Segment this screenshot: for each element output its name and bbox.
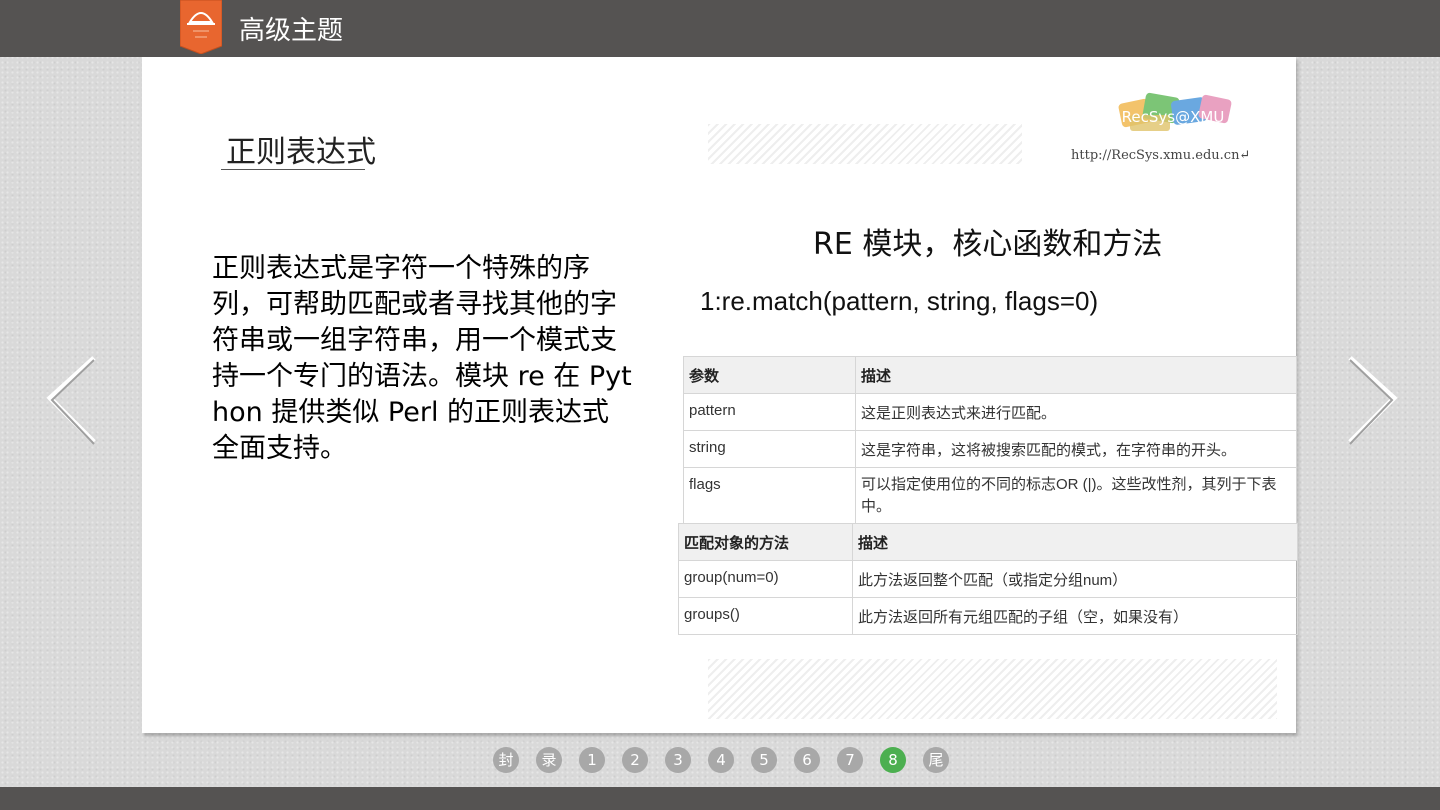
- table-row: pattern 这是正则表达式来进行匹配。: [683, 393, 1297, 431]
- section-title-underline: [221, 169, 365, 170]
- table-cell: groups(): [678, 597, 853, 635]
- re-module-title: RE 模块，核心函数和方法: [813, 227, 1163, 262]
- pager-page-1-button[interactable]: 1: [579, 747, 605, 773]
- logo-text: RecSys@XMU: [1122, 108, 1225, 126]
- pager-page-5-button[interactable]: 5: [751, 747, 777, 773]
- decorative-hatch-bottom: [708, 659, 1277, 719]
- table-cell: 可以指定使用位的不同的标志OR (|)。这些改性剂，其列于下表中。: [855, 467, 1297, 525]
- top-bar: 高级主题: [0, 0, 1440, 57]
- table-header-cell: 匹配对象的方法: [678, 523, 853, 561]
- table-row: groups() 此方法返回所有元组匹配的子组（空，如果没有）: [678, 597, 1298, 635]
- re-match-signature: 1:re.match(pattern, string, flags=0): [700, 286, 1099, 316]
- slide-pager: 封 录 1 2 3 4 5 6 7 8 尾: [0, 747, 1440, 773]
- table-header-row: 参数 描述: [683, 356, 1297, 394]
- bottom-bar: [0, 787, 1440, 810]
- table-cell: 这是字符串，这将被搜索匹配的模式，在字符串的开头。: [855, 430, 1297, 468]
- table-header-cell: 描述: [852, 523, 1298, 561]
- pager-page-8-button[interactable]: 8: [880, 747, 906, 773]
- table-cell: 此方法返回所有元组匹配的子组（空，如果没有）: [852, 597, 1298, 635]
- table-row: flags 可以指定使用位的不同的标志OR (|)。这些改性剂，其列于下表中。: [683, 467, 1297, 525]
- header-title: 高级主题: [239, 16, 344, 46]
- decorative-hatch-top: [708, 124, 1022, 164]
- pager-end-button[interactable]: 尾: [923, 747, 949, 773]
- methods-table: 匹配对象的方法 描述 group(num=0) 此方法返回整个匹配（或指定分组n…: [678, 523, 1298, 635]
- table-header-cell: 参数: [683, 356, 856, 394]
- pager-contents-button[interactable]: 录: [536, 747, 562, 773]
- pager-page-3-button[interactable]: 3: [665, 747, 691, 773]
- table-header-row: 匹配对象的方法 描述: [678, 523, 1298, 561]
- table-row: group(num=0) 此方法返回整个匹配（或指定分组num）: [678, 560, 1298, 598]
- table-cell: string: [683, 430, 856, 468]
- pager-page-2-button[interactable]: 2: [622, 747, 648, 773]
- section-title: 正则表达式: [226, 135, 376, 170]
- pager-page-7-button[interactable]: 7: [837, 747, 863, 773]
- params-table: 参数 描述 pattern 这是正则表达式来进行匹配。 string 这是字符串…: [683, 356, 1297, 525]
- logo-url: http://RecSys.xmu.edu.cn↵: [1071, 148, 1251, 163]
- table-cell: 这是正则表达式来进行匹配。: [855, 393, 1297, 431]
- slide-canvas: 正则表达式 RecSys@XMU http://RecSys.xmu.edu.c…: [142, 57, 1298, 733]
- hat-badge-icon: [180, 0, 222, 54]
- table-cell: group(num=0): [678, 560, 853, 598]
- table-cell: flags: [683, 467, 856, 525]
- pager-cover-button[interactable]: 封: [493, 747, 519, 773]
- pager-page-6-button[interactable]: 6: [794, 747, 820, 773]
- table-cell: pattern: [683, 393, 856, 431]
- previous-slide-arrow-icon[interactable]: [44, 352, 104, 452]
- next-slide-arrow-icon[interactable]: [1340, 352, 1400, 452]
- table-header-cell: 描述: [855, 356, 1297, 394]
- table-row: string 这是字符串，这将被搜索匹配的模式，在字符串的开头。: [683, 430, 1297, 468]
- table-cell: 此方法返回整个匹配（或指定分组num）: [852, 560, 1298, 598]
- regex-description: 正则表达式是字符一个特殊的序列，可帮助匹配或者寻找其他的字符串或一组字符串，用一…: [212, 253, 632, 464]
- pager-page-4-button[interactable]: 4: [708, 747, 734, 773]
